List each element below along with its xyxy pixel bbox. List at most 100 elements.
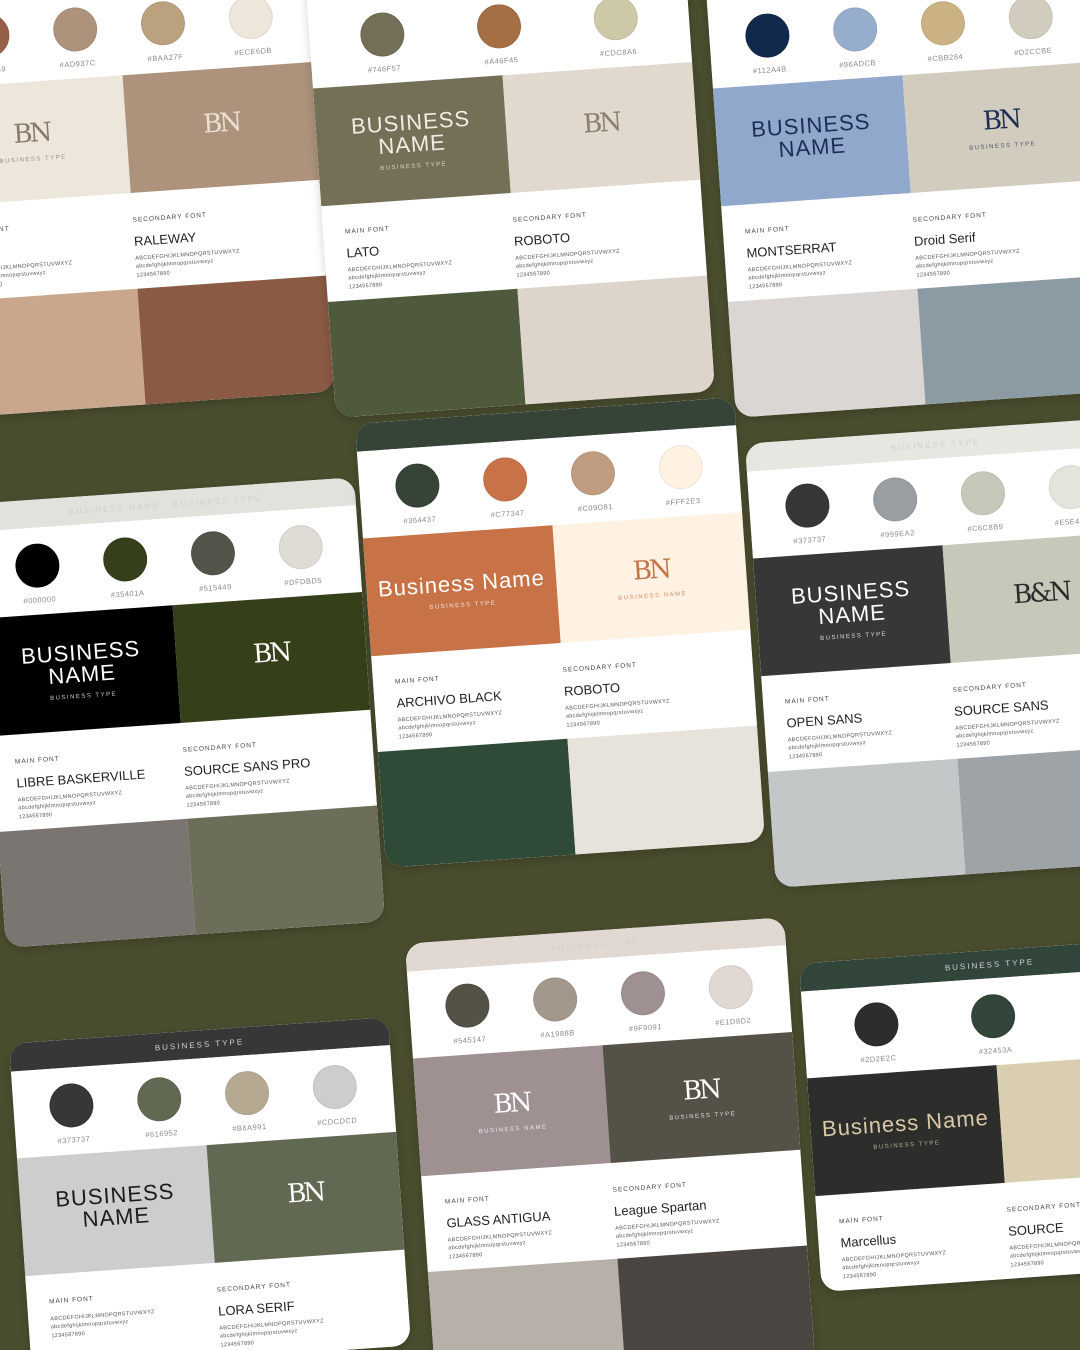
logo-wordmark: Business Name [377, 564, 546, 602]
swatch-hex-label: #545147 [453, 1034, 487, 1046]
brand-card-orange: #364437 #C77347 #C09D81 #FFF2E3 Business Na… [354, 397, 766, 868]
swatch-hex-label: #C09D81 [577, 502, 614, 514]
font-label: SECONDARY FONT [562, 661, 638, 674]
logo-panel-secondary: BN Business Type [602, 1032, 801, 1163]
color-swatch: #A1988B [531, 975, 580, 1040]
header-text: BUSINESS TYPE [890, 436, 981, 453]
color-swatch: #373737 [47, 1081, 96, 1146]
logo-tagline: Business type [0, 154, 67, 166]
color-swatch: #C09D81 [569, 449, 617, 514]
color-swatch: #E1D8D2 [707, 963, 755, 1028]
font-label: MAIN FONT [0, 225, 10, 236]
swatch-circle [0, 12, 11, 60]
swatch-circle [743, 12, 791, 60]
font-sample: ABCDEFGHIJKLMNOPQRSTUVWXYZ abcdefghijklmn… [50, 1304, 219, 1340]
swatch-circle [1007, 0, 1055, 41]
color-swatch: #A46F45 [475, 2, 524, 67]
swatch-circle [657, 443, 705, 491]
swatch-circle [227, 0, 275, 41]
color-swatch: #956049 [0, 12, 12, 76]
logo-monogram: BN [631, 554, 670, 587]
color-swatch: #616952 [135, 1075, 184, 1140]
color-swatch: #9F9091 [619, 969, 667, 1034]
swatch-hex-label: #C77347 [490, 508, 525, 520]
mood-photo [727, 288, 926, 418]
brand-card-terracotta: #956049 #AD937C #BAA27F #ECE6DB BN Business … [0, 0, 336, 418]
swatch-hex-label: #373737 [57, 1134, 91, 1146]
color-swatch: #FFF2E3 [657, 443, 705, 508]
font-label: MAIN FONT [784, 695, 830, 706]
logo-panel-secondary: BN [122, 62, 321, 193]
logo-wordmark: BUSINESS NAME [20, 635, 141, 690]
color-swatch: #364437 [393, 462, 442, 526]
photo-row [0, 805, 386, 948]
font-sample: ABCDEFGHIJKLMNOPQRSTUVWXYZ abcdefghijklmn… [955, 713, 1080, 749]
swatch-circle [569, 449, 617, 497]
logo-wordmark: BUSINESS NAME [790, 575, 911, 630]
logo-wordmark: BUSINESS NAME [54, 1178, 176, 1232]
font-column-main: MAIN FONT Marcellus ABCDEFGHIJKLMNOPQRSTUV… [838, 1199, 1010, 1279]
swatch-hex-label: #A1988B [540, 1028, 576, 1040]
swatch-circle [871, 475, 919, 523]
font-label: MAIN FONT [48, 1295, 94, 1306]
color-swatch: #373737 [783, 482, 832, 546]
color-swatch: #112A4B [743, 12, 792, 76]
font-column-secondary: SECONDARY FONT League Spartan ABCDEFGHIJKL… [612, 1167, 784, 1249]
color-swatch: #E5E4DC [1047, 463, 1080, 528]
swatch-circle [101, 535, 149, 583]
logo-panel-primary: BN Business type [0, 75, 131, 207]
font-sample: ABCDEFGHIJKLMNOPQRSTUVWXYZ abcdefghijklmn… [565, 693, 734, 729]
font-column-main: MAIN FONT OPEN SANS ABCDEFGHIJKLMNOPQRSTUV… [784, 679, 956, 760]
logo-panel-primary: BUSINESS NAME [17, 1145, 215, 1277]
header-text: BUSINESS NAME · BUSINESS TYPE [68, 493, 263, 516]
mood-photo [917, 275, 1080, 405]
swatch-circle [139, 0, 187, 47]
mood-photo [767, 758, 966, 888]
logo-panel-primary: Business Name Business type [362, 525, 561, 657]
logo-panel-primary: Business Name Business type [807, 1065, 1005, 1197]
font-column-secondary: SECONDARY FONT SOURCE SANS PRO ABCDEFGHIJK… [182, 727, 354, 809]
font-sample: ABCDEFGHIJKLMNOPQRSTUVWXYZ abcdefghijklmn… [842, 1245, 1011, 1281]
swatch-circle [475, 2, 523, 50]
font-sample: ABCDEFGHIJKLMNOPQRSTUVWXYZ abcdefghijklmn… [787, 725, 956, 761]
font-label: MAIN FONT [744, 225, 790, 236]
font-label: MAIN FONT [344, 225, 390, 236]
swatch-circle [852, 1000, 900, 1048]
swatch-hex-label: #D2CCBE [1013, 45, 1053, 58]
swatch-hex-label: #2D2E2C [860, 1053, 897, 1065]
logo-monogram: BN [12, 117, 51, 150]
swatch-circle [531, 975, 579, 1023]
swatch-hex-label: #35401A [110, 588, 145, 600]
color-swatch: #DFDBD5 [277, 523, 325, 588]
font-name: SOURCE [1007, 1219, 1065, 1239]
swatch-circle [619, 969, 667, 1017]
logo-wordmark: Business Name [821, 1104, 990, 1142]
mood-photo [957, 745, 1080, 875]
logo-panel-primary: BUSINESS NAME Business type [0, 605, 181, 737]
font-sample: ABCDEFGHIJKLMNOPQRSTUVWXYZ abcdefghijklmn… [515, 243, 684, 279]
font-sample: ABCDEFGHIJKLMNOPQRSTUVWXYZ abcdefghijklmn… [915, 243, 1080, 279]
swatch-circle [223, 1069, 271, 1117]
logo-tagline: Business Type [669, 1111, 737, 1122]
color-swatch: #ECE6DB [227, 0, 275, 58]
font-name: SOURCE SANS [953, 697, 1050, 719]
swatch-hex-label: #96ADCB [838, 58, 877, 70]
font-column-main: MAIN FONT LIBRE BASKERVILLE ABCDEFGHIJKLMN… [14, 739, 186, 820]
swatch-circle [783, 482, 831, 530]
font-label: MAIN FONT [394, 675, 440, 686]
font-column-main: MAIN FONT LATO ABCDEFGHIJKLMNOPQRSTUVWXYZ a… [344, 209, 516, 290]
font-column-secondary: SECONDARY FONT ROBOTO ABCDEFGHIJKLMNOPQRST… [562, 647, 734, 729]
swatch-circle [443, 982, 491, 1030]
logo-wordmark: BUSINESS NAME [750, 108, 872, 163]
logo-panel-secondary: BN Business type [902, 62, 1080, 193]
logo-tagline: Business type [819, 631, 888, 643]
font-column-secondary: SECONDARY FONT SOURCE SANS ABCDEFGHIJKLMNO… [952, 667, 1080, 749]
brand-card-charcoal: BUSINESS TYPE #373737 #999EA2 #C6C8B9 #E5E4… [744, 417, 1080, 888]
color-swatch: #CDC8A6 [592, 0, 641, 59]
logo-tagline: Business name [618, 591, 688, 602]
logo-tagline: Business Type [379, 161, 448, 173]
font-sample: ABCDEFGHIJKLMNOPQRSTUVWXYZ abcdefghijklmn… [615, 1213, 784, 1249]
mood-photo [327, 288, 526, 418]
color-swatch: #B6A991 [223, 1069, 272, 1134]
swatch-circle [481, 455, 529, 503]
